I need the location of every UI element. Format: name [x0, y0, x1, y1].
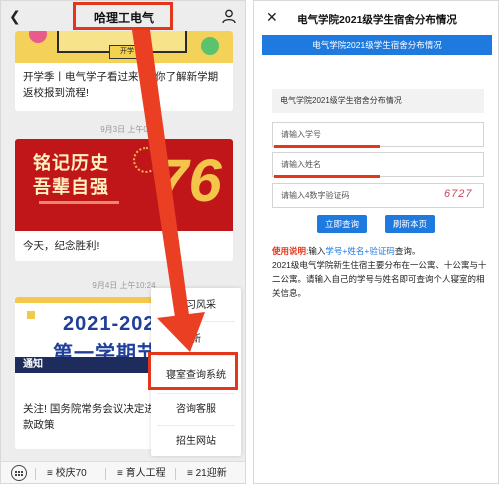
article-title: 开学季丨电气学子看过来~带你了解新学期返校报到流程! [23, 71, 219, 99]
keyboard-icon[interactable] [11, 465, 27, 481]
divider [35, 468, 36, 480]
decoration [27, 311, 35, 319]
article-cover-image: 铭记历史 吾辈自强 76 [15, 139, 233, 231]
highlight-box-dorm-query [148, 352, 238, 390]
banner: 电气学院2021级学生宿舍分布情况 [262, 35, 492, 55]
article-title: 今天，纪念胜利! [23, 240, 100, 252]
student-id-input[interactable]: 请输入学号 [272, 122, 484, 147]
tab-education[interactable]: ≡ 育人工程 [117, 467, 166, 481]
cover-number: 76 [155, 147, 222, 214]
user-icon[interactable] [221, 8, 237, 24]
usage-instructions: 使用说明:输入学号+姓名+验证码查询。 [272, 244, 488, 258]
cover-caption: 开学 [109, 45, 145, 59]
highlight-box-account-title [73, 2, 173, 30]
usage-hint: 学号+姓名+验证码 [325, 246, 395, 256]
decoration [39, 201, 119, 204]
divider [175, 468, 176, 480]
highlight-underline [274, 175, 380, 178]
divider [105, 468, 106, 480]
page-title: 电气学院2021级学生宿舍分布情况 [297, 14, 457, 26]
cover-notice: 通知 [23, 359, 43, 370]
bottom-menu-bar: ≡ 校庆70 ≡ 育人工程 ≡ 21迎新 [1, 461, 245, 483]
decoration [201, 37, 219, 55]
usage-tail: 查询。 [394, 246, 421, 256]
article-card[interactable]: 铭记历史 吾辈自强 76 今天，纪念胜利! [15, 139, 233, 261]
usage-colon: :输入 [306, 246, 326, 256]
usage-label: 使用说明 [272, 246, 307, 256]
cover-text-line2: 吾辈自强 [33, 177, 109, 197]
menu-item-customer-service[interactable]: 咨询客服 [151, 392, 241, 428]
cover-text-line1: 铭记历史 [33, 153, 109, 173]
menu-item-admissions[interactable]: 招生网站 [151, 424, 241, 460]
article-card[interactable]: 开学 开学季丨电气学子看过来~带你了解新学期返校报到流程! [15, 31, 233, 111]
captcha-image[interactable]: 6727 [444, 188, 472, 200]
highlight-underline [274, 145, 380, 148]
refresh-button[interactable]: 刷新本页 [385, 215, 435, 233]
menu-item-study[interactable]: 学习风采 [151, 288, 241, 324]
dorm-query-page: ✕ 电气学院2021级学生宿舍分布情况 电气学院2021级学生宿舍分布情况 电气… [253, 0, 499, 484]
article-cover-image: 开学 [15, 31, 233, 63]
tab-anniversary[interactable]: ≡ 校庆70 [47, 467, 87, 481]
page-header: ✕ 电气学院2021级学生宿舍分布情况 [254, 1, 498, 35]
tab-welcome[interactable]: ≡ 21迎新 [187, 467, 227, 481]
post-date: 9月3日 上午0 [100, 125, 148, 134]
section-label: 电气学院2021级学生宿舍分布情况 [272, 89, 484, 113]
name-input[interactable]: 请输入姓名 [272, 152, 484, 177]
usage-description: 2021级电气学院新生住宿主要分布在一公寓、十公寓与十二公寓。请输入自己的学号与… [272, 260, 487, 298]
wechat-article-list-screen: ❮ 哈理工电气 开学 开学季丨电气学子看过来~带你了解新学期返校报到流程! 9月… [0, 0, 246, 484]
query-button[interactable]: 立即查询 [317, 215, 367, 233]
decoration [29, 31, 47, 43]
